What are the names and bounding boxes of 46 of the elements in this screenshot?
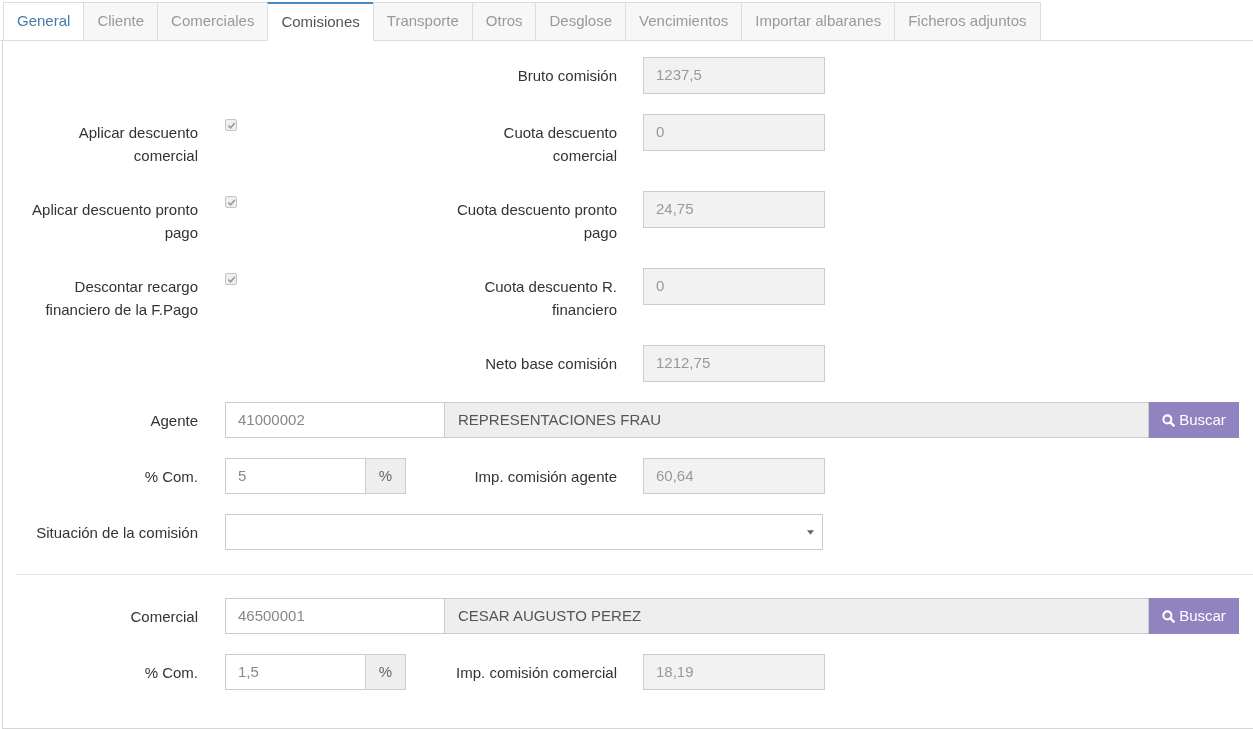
name-field[interactable]: REPRESENTACIONES FRAU xyxy=(445,402,1149,438)
unit-addon: % xyxy=(366,458,406,494)
field-label: Aplicar descuento comercial xyxy=(77,123,198,166)
field-label: Cuota descuento R. financiero xyxy=(483,277,617,320)
readonly-field[interactable]: 1237,5 xyxy=(643,57,825,94)
readonly-field[interactable]: 0 xyxy=(643,268,825,305)
field-label: Cuota descuento comercial xyxy=(502,123,617,166)
tab[interactable]: Transporte xyxy=(372,2,473,41)
readonly-field[interactable]: 24,75 xyxy=(643,191,825,228)
tab[interactable]: Desglose xyxy=(535,2,627,41)
tab[interactable]: Vencimientos xyxy=(625,2,743,41)
select-field[interactable] xyxy=(225,514,823,550)
search-icon xyxy=(1162,413,1176,427)
field-label: Agente xyxy=(149,411,198,431)
readonly-field[interactable]: 1212,75 xyxy=(643,345,825,382)
tab[interactable]: Ficheros adjuntos xyxy=(894,2,1041,41)
readonly-field[interactable]: 60,64 xyxy=(643,458,825,494)
field-label: Imp. comisión comercial xyxy=(456,663,617,683)
field-label: Aplicar descuento pronto pago xyxy=(31,200,198,243)
field-label: Descontar recargo financiero de la F.Pago xyxy=(44,277,198,320)
field-label: % Com. xyxy=(143,663,198,683)
code-field[interactable]: 46500001 xyxy=(225,598,445,634)
tab[interactable]: General xyxy=(3,2,85,41)
field-label: Cuota descuento pronto pago xyxy=(455,200,617,243)
field-label: Comercial xyxy=(129,607,198,627)
search-button[interactable]: Buscar xyxy=(1149,598,1239,634)
search-button[interactable]: Buscar xyxy=(1149,402,1239,438)
readonly-field[interactable]: 0 xyxy=(643,114,825,151)
unit-addon: % xyxy=(366,654,406,690)
field-label: Neto base comisión xyxy=(485,354,617,374)
tab[interactable]: Comisiones xyxy=(267,2,374,41)
code-field[interactable]: 41000002 xyxy=(225,402,445,438)
caret-icon xyxy=(807,529,814,535)
percent-field[interactable]: 1,5 xyxy=(225,654,366,690)
search-icon xyxy=(1162,609,1176,623)
field-label: % Com. xyxy=(143,467,198,487)
tab[interactable]: Cliente xyxy=(83,2,159,41)
tab[interactable]: Otros xyxy=(471,2,537,41)
percent-field[interactable]: 5 xyxy=(225,458,366,494)
tab[interactable]: Importar albaranes xyxy=(741,2,896,41)
field-label: Situación de la comisión xyxy=(35,523,198,543)
name-field[interactable]: CESAR AUGUSTO PEREZ xyxy=(445,598,1149,634)
tab[interactable]: Comerciales xyxy=(157,2,269,41)
readonly-field[interactable]: 18,19 xyxy=(643,654,825,690)
field-label: Bruto comisión xyxy=(517,66,617,86)
field-label: Imp. comisión agente xyxy=(474,467,617,487)
